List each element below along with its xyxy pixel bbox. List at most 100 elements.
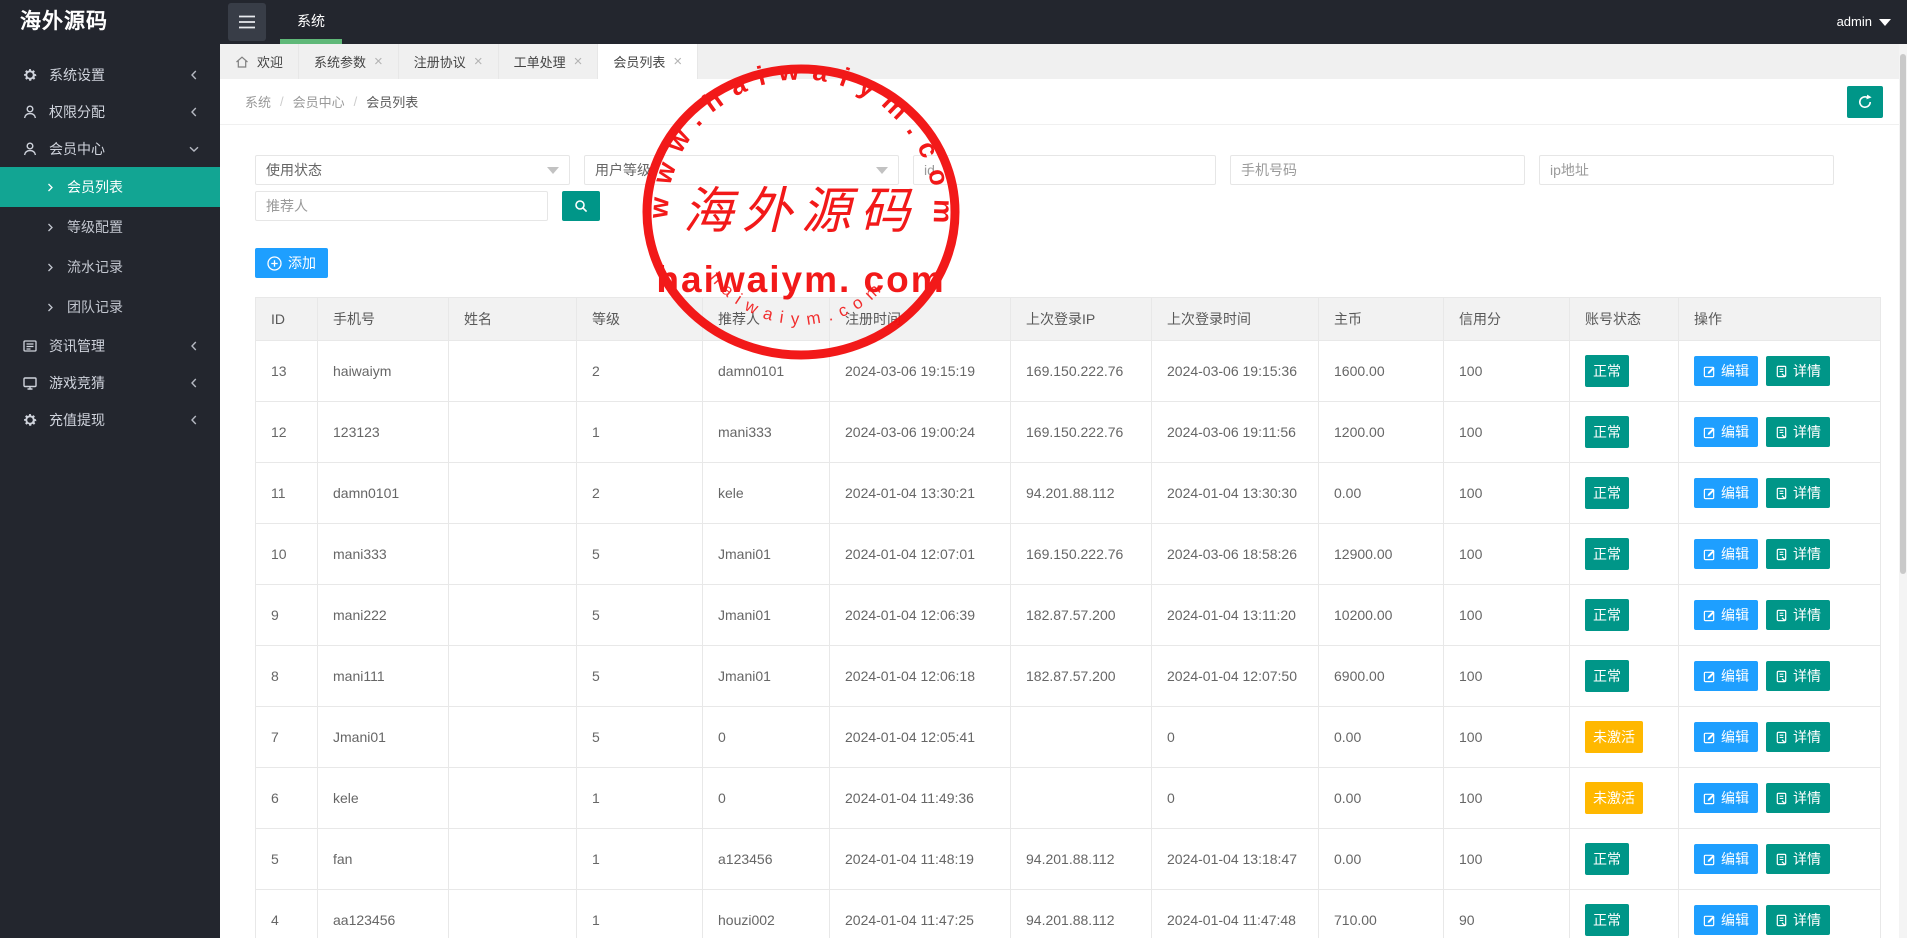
cell-status: 正常 <box>1570 463 1679 524</box>
edit-icon <box>1703 914 1716 927</box>
cell-status: 未激活 <box>1570 707 1679 768</box>
chevron-down-icon <box>547 167 559 174</box>
edit-button[interactable]: 编辑 <box>1694 478 1758 508</box>
detail-button[interactable]: 详情 <box>1766 722 1830 752</box>
detail-button[interactable]: 详情 <box>1766 661 1830 691</box>
user-menu[interactable]: admin <box>1837 0 1891 44</box>
sidebar-item-system-settings[interactable]: 系统设置 <box>0 56 220 93</box>
sidebar-subitem-team-records[interactable]: 团队记录 <box>0 287 220 327</box>
tab-ticket-handling[interactable]: 工单处理 × <box>499 44 599 79</box>
menu-toggle-button[interactable] <box>228 3 266 41</box>
detail-button[interactable]: 详情 <box>1766 844 1830 874</box>
sidebar-subitem-level-config[interactable]: 等级配置 <box>0 207 220 247</box>
member-table-body: 13 haiwaiym 2 damn0101 2024-03-06 19:15:… <box>256 341 1881 938</box>
sidebar-item-permissions[interactable]: 权限分配 <box>0 93 220 130</box>
table-row: 5 fan 1 a123456 2024-01-04 11:48:19 94.2… <box>256 829 1881 890</box>
status-select[interactable]: 使用状态 <box>255 155 570 185</box>
caret-down-icon <box>1879 19 1891 26</box>
arrow-right-icon <box>46 183 55 192</box>
add-button[interactable]: 添加 <box>255 248 328 278</box>
close-icon[interactable]: × <box>374 54 383 69</box>
cell-credit: 100 <box>1444 524 1570 585</box>
cell-last-ip: 182.87.57.200 <box>1011 585 1152 646</box>
nav-item-system[interactable]: 系统 <box>280 0 342 44</box>
level-select[interactable]: 用户等级 <box>584 155 899 185</box>
tab-member-list[interactable]: 会员列表 × <box>598 44 698 79</box>
sidebar-item-label: 游戏竞猜 <box>49 373 188 393</box>
sidebar: 海外源码 系统设置 权限分配 会员中心 会员列表 <box>0 0 220 938</box>
edit-button[interactable]: 编辑 <box>1694 905 1758 935</box>
column-header: 手机号 <box>318 298 449 341</box>
member-table: ID 手机号 姓名 等级 推荐人 注册时间 上次登录IP 上次登录时间 主币 信… <box>255 297 1881 938</box>
cell-reg-time: 2024-01-04 12:07:01 <box>830 524 1011 585</box>
breadcrumb: 系统 / 会员中心 / 会员列表 <box>245 79 418 124</box>
tab-welcome[interactable]: 欢迎 <box>220 44 299 79</box>
cell-id: 8 <box>256 646 318 707</box>
edit-button[interactable]: 编辑 <box>1694 356 1758 386</box>
sidebar-item-game-betting[interactable]: 游戏竞猜 <box>0 364 220 401</box>
ip-input[interactable] <box>1539 155 1834 185</box>
cell-coin: 1600.00 <box>1319 341 1444 402</box>
search-button[interactable] <box>562 191 600 221</box>
cell-actions: 编辑 详情 <box>1679 524 1881 585</box>
cell-reg-time: 2024-01-04 11:47:25 <box>830 890 1011 938</box>
sidebar-nav: 系统设置 权限分配 会员中心 会员列表 等级配置 <box>0 44 220 438</box>
chevron-down-icon <box>876 167 888 174</box>
detail-button[interactable]: 详情 <box>1766 356 1830 386</box>
username: admin <box>1837 0 1872 44</box>
tab-register-agreement[interactable]: 注册协议 × <box>399 44 499 79</box>
edit-button[interactable]: 编辑 <box>1694 661 1758 691</box>
document-icon <box>1775 365 1788 378</box>
column-header: 姓名 <box>449 298 577 341</box>
cell-status: 正常 <box>1570 585 1679 646</box>
edit-button[interactable]: 编辑 <box>1694 539 1758 569</box>
arrow-right-icon <box>46 263 55 272</box>
detail-button[interactable]: 详情 <box>1766 905 1830 935</box>
edit-button[interactable]: 编辑 <box>1694 722 1758 752</box>
detail-button[interactable]: 详情 <box>1766 600 1830 630</box>
breadcrumb-separator: / <box>354 94 358 109</box>
cell-phone: mani222 <box>318 585 449 646</box>
table-row: 8 mani111 5 Jmani01 2024-01-04 12:06:18 … <box>256 646 1881 707</box>
edit-button[interactable]: 编辑 <box>1694 783 1758 813</box>
cell-level: 5 <box>577 646 703 707</box>
sidebar-item-news-management[interactable]: 资讯管理 <box>0 327 220 364</box>
sidebar-item-member-center[interactable]: 会员中心 <box>0 130 220 167</box>
detail-button[interactable]: 详情 <box>1766 478 1830 508</box>
active-underline <box>280 39 342 44</box>
close-icon[interactable]: × <box>574 54 583 69</box>
edit-button-label: 编辑 <box>1721 605 1749 625</box>
detail-button[interactable]: 详情 <box>1766 539 1830 569</box>
detail-button[interactable]: 详情 <box>1766 417 1830 447</box>
detail-button[interactable]: 详情 <box>1766 783 1830 813</box>
cell-id: 7 <box>256 707 318 768</box>
cell-coin: 0.00 <box>1319 829 1444 890</box>
refresh-button[interactable] <box>1847 86 1883 118</box>
phone-input[interactable] <box>1230 155 1525 185</box>
cell-id: 10 <box>256 524 318 585</box>
edit-button[interactable]: 编辑 <box>1694 600 1758 630</box>
cell-reg-time: 2024-01-04 12:06:39 <box>830 585 1011 646</box>
column-header: 信用分 <box>1444 298 1570 341</box>
referrer-input[interactable] <box>255 191 548 221</box>
cell-phone: mani333 <box>318 524 449 585</box>
monitor-icon <box>22 375 38 391</box>
table-header: ID 手机号 姓名 等级 推荐人 注册时间 上次登录IP 上次登录时间 主币 信… <box>256 298 1881 341</box>
close-icon[interactable]: × <box>474 54 483 69</box>
sidebar-item-recharge-withdraw[interactable]: 充值提现 <box>0 401 220 438</box>
cell-referrer: Jmani01 <box>703 646 830 707</box>
edit-button[interactable]: 编辑 <box>1694 417 1758 447</box>
main-content: 使用状态 用户等级 添加 <box>220 124 1907 938</box>
id-input[interactable] <box>913 155 1216 185</box>
sidebar-subitem-flow-records[interactable]: 流水记录 <box>0 247 220 287</box>
close-icon[interactable]: × <box>673 54 682 69</box>
edit-button-label: 编辑 <box>1721 788 1749 808</box>
document-icon <box>1775 792 1788 805</box>
edit-button[interactable]: 编辑 <box>1694 844 1758 874</box>
sidebar-subitem-member-list[interactable]: 会员列表 <box>0 167 220 207</box>
tab-system-params[interactable]: 系统参数 × <box>299 44 399 79</box>
scrollbar-thumb[interactable] <box>1900 54 1906 574</box>
edit-button-label: 编辑 <box>1721 849 1749 869</box>
document-icon <box>1775 548 1788 561</box>
column-header: 上次登录时间 <box>1152 298 1319 341</box>
